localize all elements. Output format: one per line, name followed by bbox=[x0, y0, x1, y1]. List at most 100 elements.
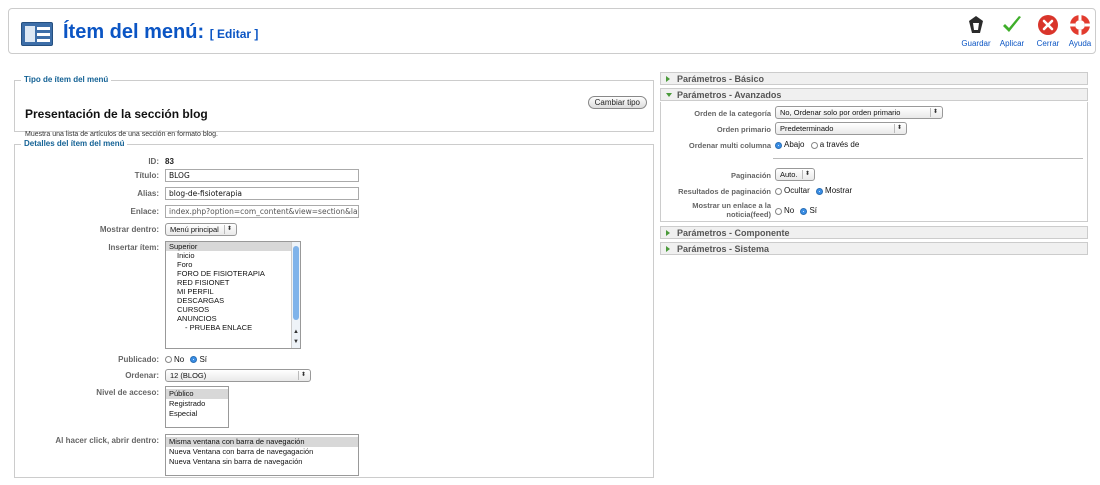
link-label: Enlace: bbox=[130, 207, 159, 216]
list-item[interactable]: Superior bbox=[166, 242, 300, 251]
list-item[interactable]: DESCARGAS bbox=[166, 296, 300, 305]
pagination-results-radio-group: Ocultar Mostrar bbox=[775, 185, 856, 197]
feed-link-label: Mostrar un enlace a la noticia(feed) bbox=[661, 201, 771, 219]
published-yes-label: Sí bbox=[199, 355, 208, 365]
list-item[interactable]: FORO DE FISIOTERAPIA bbox=[166, 269, 300, 278]
title-input[interactable]: BLOG bbox=[165, 169, 359, 182]
published-yes-radio[interactable] bbox=[190, 356, 198, 364]
save-icon bbox=[969, 16, 983, 33]
pagination-label: Paginación bbox=[730, 171, 771, 180]
order-value: 12 (BLOG) bbox=[170, 371, 207, 380]
published-label: Publicado: bbox=[118, 355, 159, 364]
pagination-results-row: Resultados de paginación Ocultar Mostrar bbox=[661, 185, 1089, 199]
click-open-listbox[interactable]: Misma ventana con barra de navegación Nu… bbox=[165, 434, 359, 476]
multi-column-row: Ordenar multi columna Abajo a través de bbox=[661, 139, 1089, 153]
insert-label: Insertar ítem: bbox=[108, 243, 159, 252]
type-legend: Tipo de ítem del menú bbox=[21, 75, 112, 84]
params-basic-panel[interactable]: Parámetros - Básico bbox=[660, 72, 1088, 85]
category-order-value: No, Ordenar solo por orden primario bbox=[780, 108, 901, 117]
menu-type-heading: Presentación de la sección blog bbox=[25, 107, 208, 121]
params-system-panel[interactable]: Parámetros - Sistema bbox=[660, 242, 1088, 255]
across-label: a través de bbox=[819, 140, 860, 149]
help-button[interactable]: Ayuda bbox=[1059, 13, 1100, 53]
display-in-label: Mostrar dentro: bbox=[99, 225, 159, 234]
title-label: Título: bbox=[134, 171, 159, 180]
list-item[interactable]: Nueva Ventana sin barra de navegación bbox=[166, 457, 358, 467]
details-legend: Detalles del ítem del menú bbox=[21, 139, 128, 148]
order-row: Ordenar: 12 (BLOG) ⬍ bbox=[23, 369, 311, 385]
list-item[interactable]: - PRUEBA ENLACE bbox=[166, 323, 300, 332]
list-item[interactable]: CURSOS bbox=[166, 305, 300, 314]
display-in-row: Mostrar dentro: Menú principal ⬍ bbox=[23, 223, 237, 239]
list-item[interactable]: MI PERFIL bbox=[166, 287, 300, 296]
scroll-down-icon[interactable]: ▼ bbox=[292, 338, 300, 347]
insert-item-listbox[interactable]: Superior Inicio Foro FORO DE FISIOTERAPI… bbox=[165, 241, 301, 349]
category-order-row: Orden de la categoría No, Ordenar solo p… bbox=[661, 106, 1089, 120]
order-select[interactable]: 12 (BLOG) ⬍ bbox=[165, 369, 311, 382]
list-item[interactable]: Nueva Ventana con barra de navegagación bbox=[166, 447, 358, 457]
menu-item-type-fieldset: Tipo de ítem del menú Cambiar tipo Prese… bbox=[14, 75, 654, 138]
pagination-value: Auto. bbox=[780, 170, 798, 179]
primary-order-select[interactable]: Predeterminado ⬍ bbox=[775, 122, 907, 135]
feed-link-radio-group: No Sí bbox=[775, 205, 821, 217]
category-order-select[interactable]: No, Ordenar solo por orden primario ⬍ bbox=[775, 106, 943, 119]
category-order-label: Orden de la categoría bbox=[694, 109, 771, 118]
menu-type-description: Muestra una lista de artículos de una se… bbox=[25, 131, 218, 138]
access-level-listbox[interactable]: Público Registrado Especial bbox=[165, 386, 229, 428]
close-icon bbox=[1038, 15, 1058, 35]
published-radio-group: No Sí bbox=[165, 353, 211, 366]
divider bbox=[773, 158, 1083, 159]
list-item[interactable]: Público bbox=[166, 389, 228, 399]
down-radio[interactable] bbox=[775, 141, 782, 149]
params-component-panel[interactable]: Parámetros - Componente bbox=[660, 226, 1088, 239]
hide-radio[interactable] bbox=[775, 187, 782, 195]
page-title-text: Ítem del menú: bbox=[63, 21, 205, 43]
published-no-label: No bbox=[174, 355, 185, 365]
lifebuoy-icon bbox=[1070, 15, 1090, 35]
list-item[interactable]: ANUNCIOS bbox=[166, 314, 300, 323]
pagination-select[interactable]: Auto. ⬍ bbox=[775, 168, 815, 181]
collapse-icon bbox=[666, 93, 672, 97]
down-label: Abajo bbox=[784, 140, 805, 149]
change-type-button[interactable]: Cambiar tipo bbox=[587, 96, 647, 109]
multi-column-radio-group: Abajo a través de bbox=[775, 139, 863, 151]
list-item[interactable]: RED FISIONET bbox=[166, 278, 300, 287]
params-advanced-title: Parámetros - Avanzados bbox=[677, 90, 782, 100]
toolbar: Ítem del menú: [ Editar ] Guardar Aplica… bbox=[8, 8, 1096, 54]
pagination-results-label: Resultados de paginación bbox=[678, 187, 771, 196]
checkmark-icon bbox=[1003, 16, 1021, 32]
across-radio[interactable] bbox=[810, 141, 818, 149]
edit-indicator: [ Editar ] bbox=[209, 27, 259, 41]
feed-link-row: Mostrar un enlace a la noticia(feed) No … bbox=[661, 201, 1089, 221]
access-row: Nivel de acceso: Público Registrado Espe… bbox=[23, 386, 229, 430]
list-item[interactable]: Inicio bbox=[166, 251, 300, 260]
params-advanced-body: Orden de la categoría No, Ordenar solo p… bbox=[660, 102, 1088, 222]
select-arrow-icon: ⬍ bbox=[224, 225, 234, 234]
feed-no-radio[interactable] bbox=[775, 207, 782, 215]
listbox-scrollbar[interactable]: ▲ ▼ bbox=[291, 242, 300, 348]
feed-no-label: No bbox=[784, 206, 795, 215]
id-label: ID: bbox=[148, 157, 159, 166]
click-open-row: Al hacer click, abrir dentro: Misma vent… bbox=[23, 434, 359, 478]
list-item[interactable]: Registrado bbox=[166, 399, 228, 409]
primary-order-row: Orden primario Predeterminado ⬍ bbox=[661, 122, 1089, 136]
link-input[interactable]: index.php?option=com_content&view=sectio… bbox=[165, 205, 359, 218]
list-item[interactable]: Misma ventana con barra de navegación bbox=[166, 437, 358, 447]
select-arrow-icon: ⬍ bbox=[802, 170, 812, 179]
expand-icon bbox=[666, 76, 670, 82]
pagination-row: Paginación Auto. ⬍ bbox=[661, 168, 1089, 182]
alias-label: Alias: bbox=[137, 189, 159, 198]
show-radio[interactable] bbox=[816, 187, 824, 195]
display-in-select[interactable]: Menú principal ⬍ bbox=[165, 223, 237, 236]
menu-item-icon bbox=[21, 22, 53, 46]
scroll-up-icon[interactable]: ▲ bbox=[292, 328, 300, 337]
list-item[interactable]: Foro bbox=[166, 260, 300, 269]
show-label: Mostrar bbox=[825, 186, 853, 195]
feed-yes-radio[interactable] bbox=[800, 207, 808, 215]
list-item[interactable]: Especial bbox=[166, 409, 228, 419]
alias-input[interactable]: blog-de-fisioterapia bbox=[165, 187, 359, 200]
params-basic-title: Parámetros - Básico bbox=[677, 74, 765, 84]
scrollbar-thumb[interactable] bbox=[293, 246, 299, 320]
params-advanced-panel[interactable]: Parámetros - Avanzados bbox=[660, 88, 1088, 101]
published-no-radio[interactable] bbox=[165, 356, 172, 364]
